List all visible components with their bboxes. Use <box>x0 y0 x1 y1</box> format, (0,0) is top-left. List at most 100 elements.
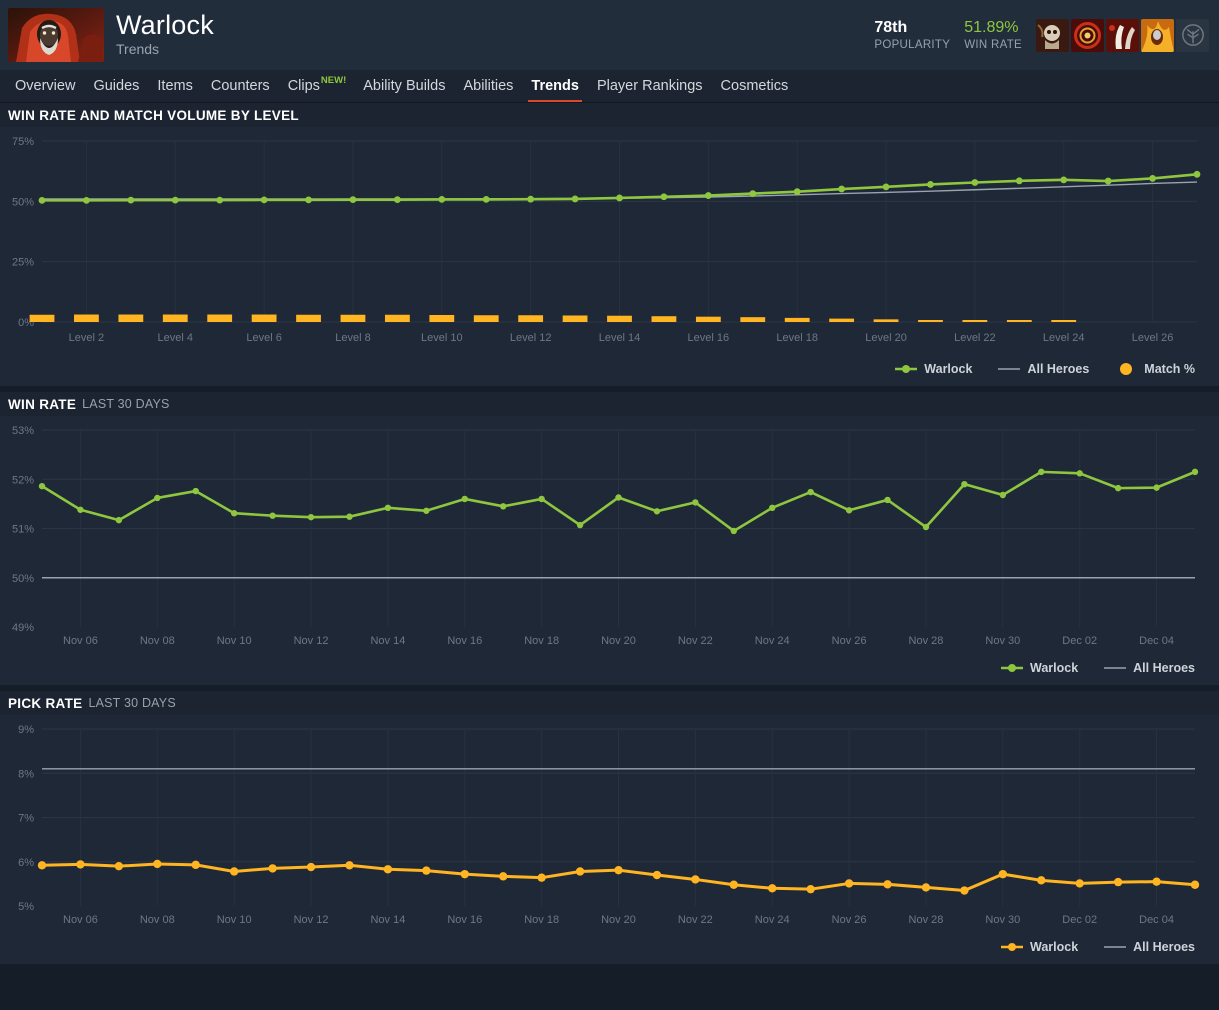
warlock-data-point[interactable] <box>1075 879 1084 888</box>
warlock-data-point[interactable] <box>884 496 891 504</box>
nav-item-guides[interactable]: Guides <box>84 70 148 102</box>
legend-item-warlock[interactable]: Warlock <box>895 362 972 376</box>
warlock-data-point[interactable] <box>269 512 276 519</box>
warlock-data-point[interactable] <box>192 487 199 495</box>
legend-item-match-%[interactable]: Match % <box>1115 362 1195 376</box>
warlock-data-point[interactable] <box>575 867 585 876</box>
warlock-data-point[interactable] <box>882 183 890 191</box>
warlock-data-point[interactable] <box>845 507 853 514</box>
warlock-data-point[interactable] <box>730 527 737 535</box>
nav-item-abilities[interactable]: Abilities <box>454 70 522 102</box>
warlock-data-point[interactable] <box>922 523 930 531</box>
legend-item-warlock[interactable]: Warlock <box>1000 940 1078 954</box>
nav-item-items[interactable]: Items <box>148 70 201 102</box>
warlock-data-point[interactable] <box>1037 876 1046 885</box>
warlock-data-point[interactable] <box>961 480 968 488</box>
warlock-data-point[interactable] <box>729 880 738 889</box>
warlock-data-point[interactable] <box>154 494 161 502</box>
chaotic-offering-icon[interactable] <box>1141 18 1174 52</box>
warlock-data-point[interactable] <box>499 872 508 881</box>
warlock-data-point[interactable] <box>229 867 239 876</box>
warlock-data-point[interactable] <box>806 884 815 894</box>
warlock-data-point[interactable] <box>999 491 1007 499</box>
warlock-data-point[interactable] <box>652 870 662 880</box>
nav-item-overview[interactable]: Overview <box>6 70 84 102</box>
warlock-data-point[interactable] <box>393 196 401 204</box>
warlock-data-point[interactable] <box>768 884 777 893</box>
nav-item-counters[interactable]: Counters <box>202 70 279 102</box>
warlock-data-point[interactable] <box>1149 175 1156 182</box>
warlock-data-point[interactable] <box>1191 468 1199 476</box>
warlock-data-point[interactable] <box>260 196 268 204</box>
warlock-data-point[interactable] <box>1152 877 1161 886</box>
warlock-data-point[interactable] <box>230 510 238 517</box>
warlock-data-point[interactable] <box>482 196 490 203</box>
warlock-data-point[interactable] <box>1114 484 1122 492</box>
warlock-data-point[interactable] <box>1113 877 1123 887</box>
warlock-data-point[interactable] <box>769 504 776 512</box>
warlock-data-point[interactable] <box>37 861 47 870</box>
warlock-data-point[interactable] <box>960 886 969 895</box>
warlock-data-point[interactable] <box>38 196 46 204</box>
warlock-data-point[interactable] <box>971 179 979 186</box>
warlock-data-point[interactable] <box>346 513 353 520</box>
warlock-data-point[interactable] <box>115 516 123 524</box>
chart-winrate-30d[interactable]: 49% 50% 51% 52% 53% Nov 06 Nov 08 Nov 10 Nov 12 N… <box>0 416 1219 661</box>
warlock-data-point[interactable] <box>384 504 392 512</box>
warlock-data-point[interactable] <box>77 506 84 513</box>
warlock-data-point[interactable] <box>349 196 357 204</box>
warlock-data-point[interactable] <box>307 513 315 521</box>
warlock-data-point[interactable] <box>615 494 622 501</box>
warlock-data-point[interactable] <box>538 495 545 503</box>
warlock-data-point[interactable] <box>306 862 316 872</box>
warlock-data-point[interactable] <box>838 185 846 193</box>
warlock-data-point[interactable] <box>527 195 535 203</box>
warlock-data-point[interactable] <box>844 879 854 888</box>
warlock-data-point[interactable] <box>998 869 1008 879</box>
warlock-data-point[interactable] <box>1193 170 1201 178</box>
warlock-data-point[interactable] <box>653 508 661 515</box>
legend-item-all-heroes[interactable]: All Heroes <box>1104 940 1195 954</box>
warlock-data-point[interactable] <box>423 507 430 514</box>
nav-item-clips[interactable]: Clips NEW! <box>279 70 355 102</box>
nav-item-player-rankings[interactable]: Player Rankings <box>588 70 712 102</box>
legend-item-all-heroes[interactable]: All Heroes <box>1104 661 1195 675</box>
warlock-data-point[interactable] <box>660 193 668 201</box>
warlock-data-point[interactable] <box>807 488 814 496</box>
warlock-data-point[interactable] <box>305 196 312 204</box>
nav-item-cosmetics[interactable]: Cosmetics <box>712 70 798 102</box>
warlock-data-point[interactable] <box>461 495 468 503</box>
warlock-data-point[interactable] <box>460 869 469 879</box>
warlock-data-point[interactable] <box>883 880 892 889</box>
warlock-data-point[interactable] <box>749 190 757 198</box>
warlock-data-point[interactable] <box>704 192 712 199</box>
warlock-data-point[interactable] <box>114 861 124 871</box>
warlock-data-point[interactable] <box>76 860 85 869</box>
warlock-data-point[interactable] <box>500 503 507 510</box>
warlock-data-point[interactable] <box>1060 176 1068 184</box>
warlock-data-point[interactable] <box>614 865 623 875</box>
warlock-data-point[interactable] <box>1038 468 1045 476</box>
nav-item-ability-builds[interactable]: Ability Builds <box>354 70 454 102</box>
warlock-data-point[interactable] <box>1190 880 1200 889</box>
warlock-data-point[interactable] <box>1015 177 1023 185</box>
warlock-data-point[interactable] <box>422 866 431 875</box>
shadow-word-icon[interactable] <box>1071 18 1104 52</box>
warlock-data-point[interactable] <box>216 196 224 204</box>
warlock-data-point[interactable] <box>127 196 135 204</box>
warlock-data-point[interactable] <box>1076 470 1083 477</box>
warlock-data-point[interactable] <box>616 194 623 202</box>
warlock-data-point[interactable] <box>571 195 579 203</box>
legend-item-warlock[interactable]: Warlock <box>1000 661 1078 675</box>
warlock-data-point[interactable] <box>268 864 277 873</box>
hero-portrait-avatar[interactable] <box>8 8 104 62</box>
upheaval-icon[interactable] <box>1106 18 1139 52</box>
warlock-data-point[interactable] <box>345 861 354 870</box>
warlock-data-point[interactable] <box>576 521 584 529</box>
warlock-data-point[interactable] <box>38 482 46 490</box>
warlock-data-point[interactable] <box>793 188 801 196</box>
chart-winrate-by-level[interactable]: 0% 25% 50% 75% Level 2 Level 4 Level 6 Level 8L… <box>0 127 1219 362</box>
warlock-data-point[interactable] <box>921 883 931 892</box>
legend-item-all-heroes[interactable]: All Heroes <box>998 362 1089 376</box>
warlock-data-point[interactable] <box>692 499 699 506</box>
